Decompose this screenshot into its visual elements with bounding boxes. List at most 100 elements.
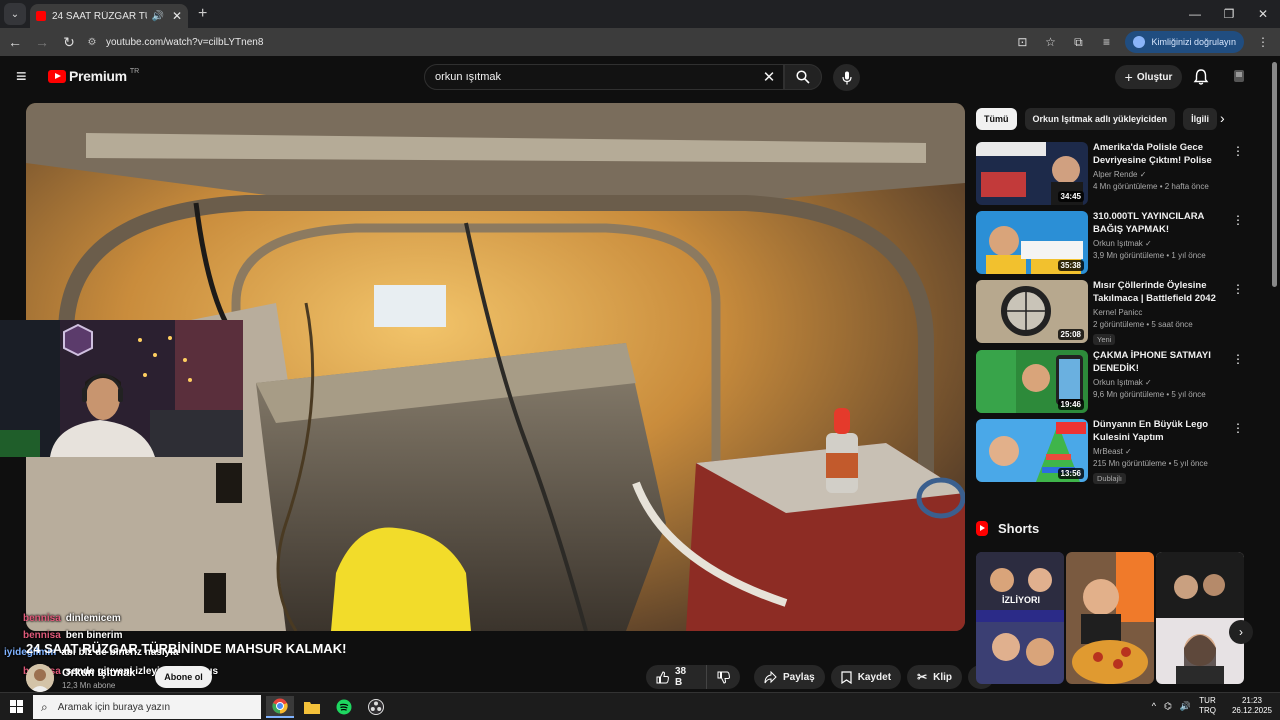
clear-search-icon[interactable]: ✕	[755, 68, 783, 86]
chevron-right-icon[interactable]: ›	[1220, 110, 1225, 126]
shorts-next-button[interactable]: ›	[1229, 620, 1253, 644]
back-arrow-icon[interactable]: ←	[3, 34, 27, 50]
bookmark-star-icon[interactable]: ☆	[1041, 35, 1059, 49]
subscribe-button[interactable]: Abone ol	[155, 666, 212, 688]
video-duration: 34:45	[1057, 191, 1084, 202]
close-window-icon[interactable]: ✕	[1246, 0, 1280, 28]
kebab-menu-icon[interactable]: ⋮	[1232, 352, 1244, 366]
taskbar-search[interactable]: ⌕ Aramak için buraya yazın	[33, 695, 261, 719]
chip-related[interactable]: İlgili	[1183, 108, 1218, 130]
channel-avatar[interactable]	[26, 664, 54, 692]
save-button[interactable]: Kaydet	[830, 665, 902, 689]
chat-username: bennisa	[23, 630, 61, 641]
channel-name[interactable]: Kernel Panicc	[1093, 308, 1231, 317]
chip-all[interactable]: Tümü	[976, 108, 1017, 130]
channel-name[interactable]: Orkun Işıtmak ✓	[1093, 378, 1231, 387]
forward-arrow-icon[interactable]: →	[30, 34, 54, 50]
taskbar-search-placeholder: Aramak için buraya yazın	[57, 701, 171, 713]
video-thumbnail[interactable]: 25:08	[976, 280, 1088, 343]
recommendation-chips: Tümü Orkun Işıtmak adlı yükleyiciden İlg…	[976, 108, 1218, 130]
tray-chevron-icon[interactable]: ^	[1152, 701, 1156, 711]
share-button[interactable]: Paylaş	[754, 665, 825, 689]
browser-menu-icon[interactable]: ⋮	[1254, 35, 1272, 49]
taskbar-clock[interactable]: 21:23 26.12.2025	[1232, 696, 1272, 716]
recommended-video[interactable]: 34:45 Amerika'da Polisle Gece Devriyesin…	[976, 142, 1246, 206]
close-tab-icon[interactable]: ✕	[172, 9, 182, 23]
minimize-icon[interactable]: —	[1178, 0, 1212, 28]
reading-list-icon[interactable]: ≡	[1097, 35, 1115, 49]
recommended-video[interactable]: 35:38 310.000TL YAYINCILARA BAĞIŞ YAPMAK…	[976, 211, 1246, 275]
channel-info[interactable]: Orkun Işıtmak 12,3 Mn abone	[26, 664, 135, 692]
video-thumbnail[interactable]: 34:45	[976, 142, 1088, 205]
new-tab-button[interactable]: +	[198, 5, 207, 23]
restore-icon[interactable]: ❐	[1212, 0, 1246, 28]
short-label: İZLİYORI	[1002, 595, 1040, 605]
obs-icon[interactable]	[362, 696, 390, 718]
menu-icon[interactable]: ≡	[16, 67, 32, 85]
account-avatar-icon[interactable]	[1232, 68, 1246, 84]
network-icon[interactable]: ⌬	[1164, 701, 1172, 712]
voice-search-button[interactable]	[833, 64, 860, 91]
like-count: 38 B	[674, 666, 687, 688]
kebab-menu-icon[interactable]: ⋮	[1232, 421, 1244, 435]
file-explorer-icon[interactable]	[298, 696, 326, 718]
video-thumbnail[interactable]: 13:56	[976, 419, 1088, 482]
save-label: Kaydet	[857, 671, 892, 683]
spotify-icon[interactable]	[330, 696, 358, 718]
dislike-button[interactable]	[706, 665, 740, 689]
channel-name[interactable]: MrBeast ✓	[1093, 447, 1231, 456]
page-scrollbar[interactable]	[1272, 62, 1277, 287]
address-bar[interactable]: ⚙ youtube.com/watch?v=cilbLYTnen8	[80, 32, 1100, 52]
tab-search-button[interactable]: ⌄	[4, 3, 26, 25]
chat-username: bennisa	[23, 613, 61, 624]
reload-icon[interactable]: ↻	[57, 34, 81, 51]
search-input[interactable]: orkun ışıtmak ✕	[424, 64, 784, 90]
like-button[interactable]: 38 B	[646, 665, 706, 689]
extensions-icon[interactable]: ⧉	[1069, 35, 1087, 50]
windows-start-icon[interactable]	[10, 700, 23, 713]
recommended-video[interactable]: 25:08 Mısır Çöllerinde Öylesine Takılmac…	[976, 280, 1246, 345]
kebab-menu-icon[interactable]: ⋮	[1232, 144, 1244, 158]
chat-text: ben binerim	[65, 630, 123, 641]
notifications-bell-icon[interactable]	[1192, 68, 1210, 86]
video-duration: 13:56	[1057, 468, 1084, 479]
install-app-icon[interactable]: ⊡	[1013, 35, 1031, 49]
kebab-menu-icon[interactable]: ⋮	[1232, 282, 1244, 296]
youtube-logo[interactable]: Premium TR	[48, 68, 139, 84]
video-title[interactable]: Dünyanın En Büyük Lego Kulesini Yaptım	[1093, 419, 1231, 444]
clock-date: 26.12.2025	[1231, 706, 1272, 715]
clip-label: Klip	[933, 671, 953, 683]
microphone-icon	[841, 71, 852, 84]
channel-name[interactable]: Alper Rende ✓	[1093, 170, 1231, 179]
video-title[interactable]: Amerika'da Polisle Gece Devriyesine Çıkt…	[1093, 142, 1231, 167]
video-title[interactable]: 310.000TL YAYINCILARA BAĞIŞ YAPMAK!	[1093, 211, 1231, 236]
language-indicator[interactable]: TUR TRQ	[1199, 696, 1216, 716]
video-thumbnail[interactable]: 19:46	[976, 350, 1088, 413]
recommended-video[interactable]: 19:46 ÇAKMA İPHONE SATMAYI DENEDİK! Orku…	[976, 350, 1246, 414]
site-info-icon[interactable]: ⚙	[84, 37, 100, 48]
chip-from-uploader[interactable]: Orkun Işıtmak adlı yükleyiciden	[1024, 108, 1176, 130]
identity-button[interactable]: Kimliğinizi doğrulayın	[1125, 31, 1244, 53]
speaker-icon[interactable]: 🔊	[151, 11, 163, 22]
short-card[interactable]	[1066, 552, 1154, 684]
video-title[interactable]: Mısır Çöllerinde Öylesine Takılmaca | Ba…	[1093, 280, 1231, 305]
chrome-taskbar-icon[interactable]	[266, 696, 294, 718]
browser-tab-active[interactable]: 24 SAAT RÜZGAR TÜRBİNİ 🔊 ✕	[30, 4, 188, 28]
recommended-video[interactable]: 13:56 Dünyanın En Büyük Lego Kulesini Ya…	[976, 419, 1246, 484]
url-text: youtube.com/watch?v=cilbLYTnen8	[106, 36, 264, 48]
search-icon: ⌕	[41, 699, 48, 714]
video-title[interactable]: ÇAKMA İPHONE SATMAYI DENEDİK!	[1093, 350, 1231, 375]
volume-icon[interactable]: 🔊	[1180, 701, 1191, 712]
chat-message: bennisa dinlemicem	[0, 610, 340, 627]
channel-name[interactable]: Orkun Işıtmak	[62, 667, 135, 679]
search-button[interactable]	[784, 64, 822, 90]
video-thumbnail[interactable]: 35:38	[976, 211, 1088, 274]
video-stats: 215 Mn görüntüleme • 5 yıl önce	[1093, 459, 1208, 468]
dubbed-badge: Dublajlı	[1093, 473, 1127, 484]
clip-button[interactable]: ✂ Klip	[907, 665, 963, 689]
create-button[interactable]: + Oluştur	[1115, 65, 1182, 89]
short-card[interactable]: İZLİYORI	[976, 552, 1064, 684]
channel-name[interactable]: Orkun Işıtmak ✓	[1093, 239, 1231, 248]
short-card[interactable]	[1156, 552, 1244, 684]
kebab-menu-icon[interactable]: ⋮	[1232, 213, 1244, 227]
